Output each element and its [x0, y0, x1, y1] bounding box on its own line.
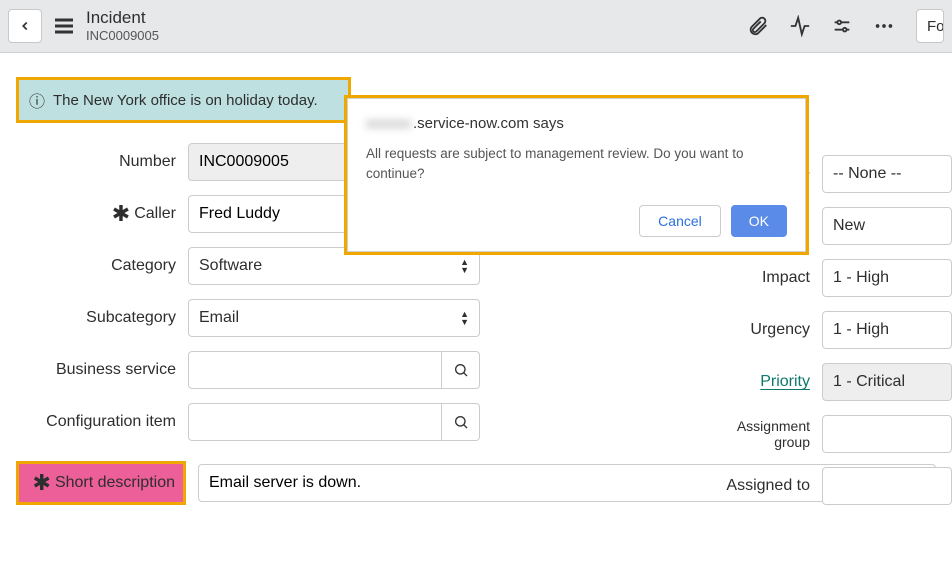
none-select[interactable]: -- None -- — [822, 155, 952, 193]
label-subcategory: Subcategory — [16, 309, 176, 327]
follow-label: Fo — [927, 18, 944, 35]
select-arrows-icon: ▲▼ — [460, 258, 469, 274]
business-service-lookup[interactable] — [442, 351, 480, 389]
activity-icon — [789, 15, 811, 37]
attachments-button[interactable] — [742, 10, 774, 42]
more-horizontal-icon — [873, 15, 895, 37]
state-select[interactable]: New — [822, 207, 952, 245]
subcategory-select[interactable]: Email ▲▼ — [188, 299, 480, 337]
label-impact: Impact — [702, 269, 810, 287]
hamburger-icon — [52, 14, 76, 38]
search-icon — [453, 362, 469, 378]
label-assignment-group: Assignment group — [702, 418, 810, 450]
assigned-to-field[interactable] — [822, 467, 952, 505]
label-assigned-to: Assigned to — [702, 477, 810, 495]
category-value: Software — [199, 257, 262, 275]
page-title: Incident — [86, 8, 159, 28]
personalize-button[interactable] — [826, 10, 858, 42]
label-short-description: ✱Short description — [16, 461, 186, 505]
info-icon: ⓘ — [29, 88, 45, 112]
select-arrows-icon: ▲▼ — [460, 310, 469, 326]
follow-button[interactable]: Fo — [916, 9, 944, 43]
chevron-left-icon — [18, 19, 32, 33]
confirm-dialog: xxxxxx .service-now.com says All request… — [344, 95, 809, 255]
label-number: Number — [16, 153, 176, 171]
label-caller: ✱Caller — [16, 205, 176, 223]
dialog-message: All requests are subject to management r… — [366, 144, 787, 185]
assignment-group-field[interactable] — [822, 415, 952, 453]
sliders-icon — [831, 15, 853, 37]
info-banner-text: The New York office is on holiday today. — [53, 92, 318, 109]
business-service-field[interactable] — [188, 351, 442, 389]
label-business-service: Business service — [16, 361, 176, 379]
row-assignment-group: Assignment group — [702, 415, 952, 453]
title-block: Incident INC0009005 — [86, 8, 159, 44]
activity-button[interactable] — [784, 10, 816, 42]
subcategory-value: Email — [199, 309, 239, 327]
dialog-title: xxxxxx .service-now.com says — [366, 115, 787, 132]
label-priority[interactable]: Priority — [702, 373, 810, 391]
info-banner: ⓘ The New York office is on holiday toda… — [16, 77, 351, 123]
more-button[interactable] — [868, 10, 900, 42]
label-urgency: Urgency — [702, 321, 810, 339]
ok-button[interactable]: OK — [731, 205, 787, 237]
row-assigned-to: Assigned to — [702, 467, 952, 505]
back-button[interactable] — [8, 9, 42, 43]
cancel-button[interactable]: Cancel — [639, 205, 721, 237]
paperclip-icon — [747, 15, 769, 37]
configuration-item-field[interactable] — [188, 403, 442, 441]
priority-field: 1 - Critical — [822, 363, 952, 401]
page-subtitle: INC0009005 — [86, 28, 159, 44]
toolbar: Incident INC0009005 Fo — [0, 0, 952, 53]
label-category: Category — [16, 257, 176, 275]
row-priority: Priority 1 - Critical — [702, 363, 952, 401]
row-impact: Impact 1 - High — [702, 259, 952, 297]
label-configuration-item: Configuration item — [16, 413, 176, 431]
impact-select[interactable]: 1 - High — [822, 259, 952, 297]
search-icon — [453, 414, 469, 430]
row-urgency: Urgency 1 - High — [702, 311, 952, 349]
menu-button[interactable] — [52, 14, 76, 38]
configuration-item-lookup[interactable] — [442, 403, 480, 441]
urgency-select[interactable]: 1 - High — [822, 311, 952, 349]
